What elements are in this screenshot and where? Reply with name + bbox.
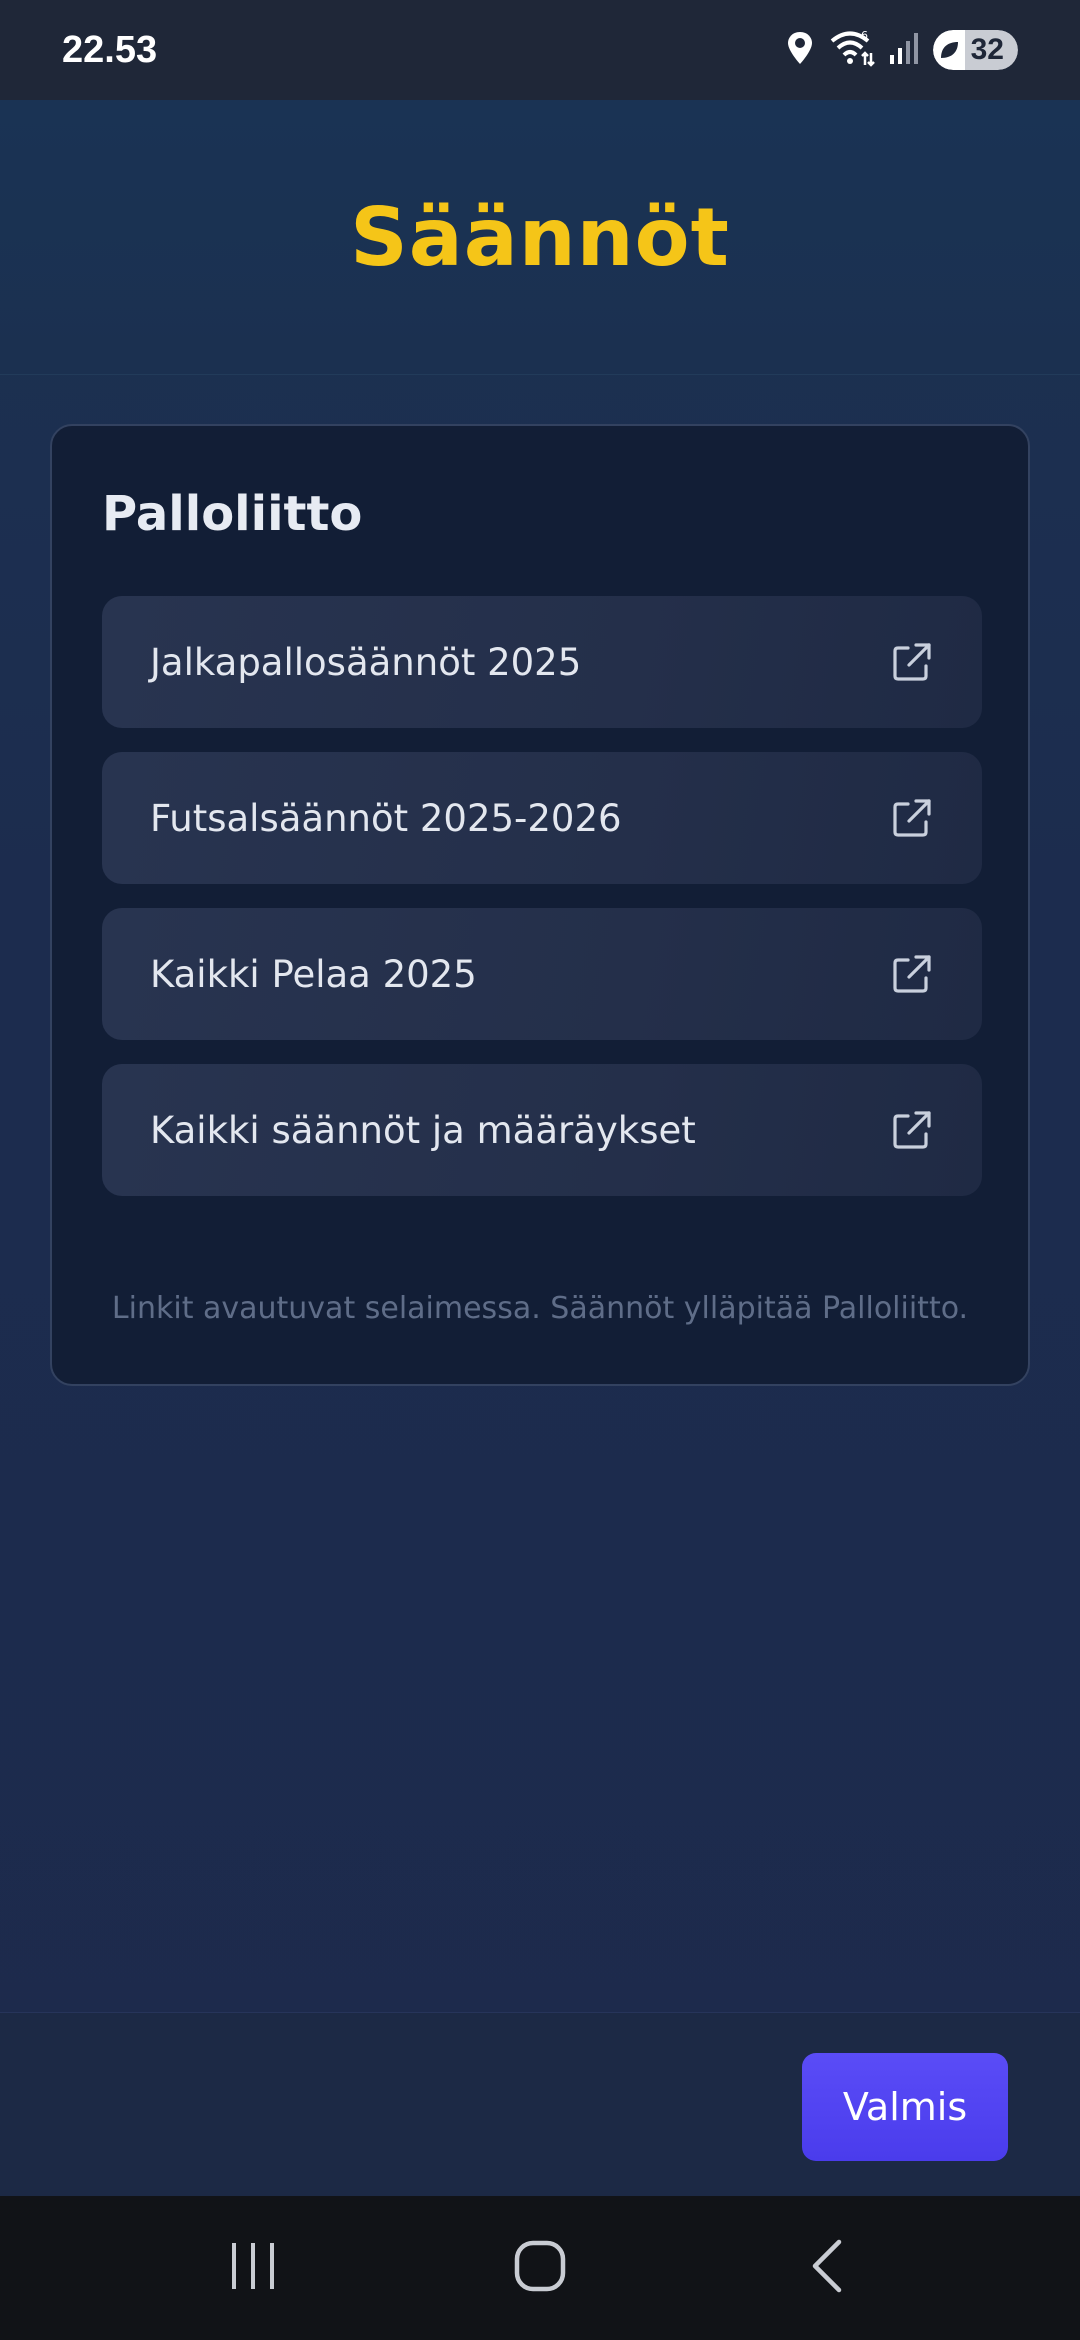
location-icon: [785, 30, 815, 71]
link-label: Jalkapallosäännöt 2025: [150, 640, 582, 684]
link-jalkapallosaannot[interactable]: Jalkapallosäännöt 2025: [102, 596, 982, 728]
done-button[interactable]: Valmis: [802, 2053, 1008, 2161]
link-label: Futsalsäännöt 2025-2026: [150, 796, 622, 840]
external-link-icon: [890, 796, 934, 840]
bottom-action-bar: Valmis: [0, 2012, 1080, 2196]
external-link-icon: [890, 640, 934, 684]
battery-percentage: 32: [964, 30, 1018, 70]
screen: 22.53 6 32 Säännöt Palloliitto Jalkapall…: [0, 0, 1080, 2340]
status-bar: 22.53 6 32: [0, 0, 1080, 100]
page-header: Säännöt: [0, 100, 1080, 375]
link-label: Kaikki säännöt ja määräykset: [150, 1108, 696, 1152]
system-navigation-bar: [0, 2196, 1080, 2340]
power-saving-icon: [932, 30, 965, 70]
signal-icon: [889, 31, 919, 70]
link-kaikki-saannot[interactable]: Kaikki säännöt ja määräykset: [102, 1064, 982, 1196]
battery-indicator: 32: [932, 30, 1018, 70]
recent-apps-icon: [228, 2241, 278, 2296]
home-icon: [514, 2240, 566, 2297]
link-futsalsaannot[interactable]: Futsalsäännöt 2025-2026: [102, 752, 982, 884]
card-footnote: Linkit avautuvat selaimessa. Säännöt yll…: [111, 1291, 969, 1326]
back-button[interactable]: [767, 2218, 887, 2318]
link-kaikki-pelaa[interactable]: Kaikki Pelaa 2025: [102, 908, 982, 1040]
svg-text:6: 6: [861, 29, 868, 42]
back-icon: [807, 2238, 847, 2299]
status-time: 22.53: [62, 28, 158, 71]
status-icons: 6 32: [785, 29, 1018, 72]
external-link-icon: [890, 1108, 934, 1152]
rules-link-list: Jalkapallosäännöt 2025 Futsalsäännöt 202…: [102, 596, 982, 1220]
home-button[interactable]: [480, 2218, 600, 2318]
external-link-icon: [890, 952, 934, 996]
link-label: Kaikki Pelaa 2025: [150, 952, 477, 996]
recent-apps-button[interactable]: [193, 2218, 313, 2318]
card-title: Palloliitto: [102, 486, 363, 542]
wifi-icon: 6: [829, 29, 875, 72]
rules-card: Palloliitto Jalkapallosäännöt 2025 Futsa…: [50, 424, 1030, 1386]
page-title: Säännöt: [350, 190, 730, 284]
